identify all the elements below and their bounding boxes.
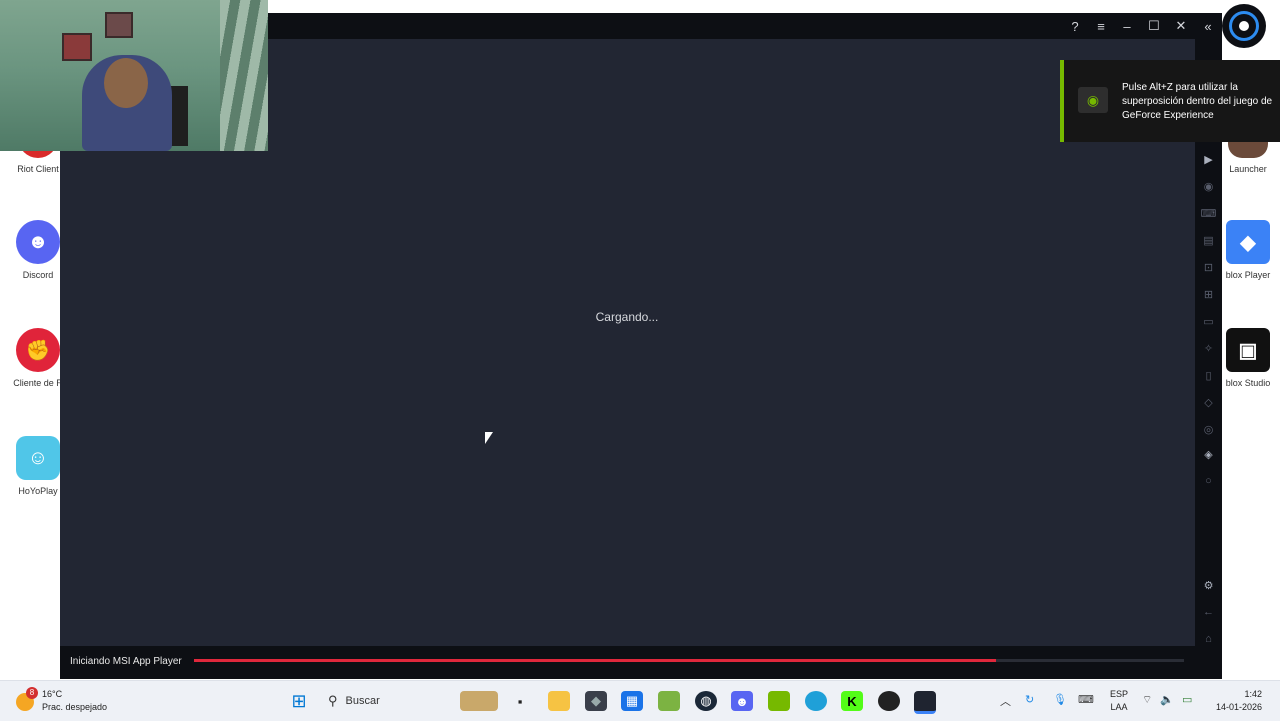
desktop-icon-roblox-studio[interactable]: ▣ blox Studio [1218, 328, 1278, 388]
widget-pet-icon[interactable] [460, 691, 498, 711]
desktop-icon-label: blox Player [1225, 270, 1271, 280]
minimize-icon[interactable]: – [1114, 13, 1140, 39]
input-icon[interactable]: ⌨ [1078, 693, 1094, 706]
microphone-icon[interactable]: 🎙 [1053, 693, 1067, 706]
file-explorer-icon[interactable] [548, 691, 570, 711]
weather-widget[interactable]: 8 16°C Prac. despejado [14, 687, 114, 715]
app-logo-icon[interactable] [1222, 4, 1266, 48]
discord-taskbar-icon[interactable]: ☻ [731, 691, 753, 711]
task-view-icon[interactable]: ▪ [509, 691, 531, 711]
top-right-corner [1222, 0, 1280, 60]
search-box[interactable]: ⚲ Buscar [322, 689, 452, 713]
keyboard-icon[interactable]: ⌨ [1195, 203, 1222, 223]
wifi-icon[interactable]: ⌔ [1142, 693, 1152, 707]
volume-icon[interactable]: 🔈 [1160, 693, 1174, 706]
mouse-cursor-icon [485, 432, 493, 444]
nvidia-logo-icon: ◉ [1078, 87, 1108, 113]
refresh-icon[interactable]: ↻ [1025, 693, 1034, 706]
search-placeholder: Buscar [345, 695, 380, 707]
help-icon[interactable]: ? [1062, 13, 1088, 39]
geforce-notification: ◉ Pulse Alt+Z para utilizar la superposi… [1060, 60, 1280, 142]
tray-overflow-icon[interactable]: ︿ [1000, 693, 1011, 709]
desktop-icon-label: Discord [22, 270, 54, 280]
record-icon[interactable]: ◉ [1195, 176, 1222, 196]
geforce-message: Pulse Alt+Z para utilizar la superposici… [1122, 82, 1273, 121]
screenshot-icon[interactable]: ⊡ [1195, 257, 1222, 277]
back-icon[interactable]: ← [1195, 602, 1222, 622]
play-icon[interactable]: ▶ [1195, 149, 1222, 169]
webcam-overlay [0, 0, 268, 151]
layers-icon[interactable]: ◈ [1195, 444, 1222, 464]
search-icon: ⚲ [328, 693, 338, 708]
kick-icon[interactable]: K [841, 691, 863, 711]
desktop-icon-riot-cliente[interactable]: ✊ Cliente de R [8, 328, 68, 388]
desktop-icon-label: blox Studio [1225, 378, 1271, 388]
eco-icon[interactable]: ○ [1195, 471, 1222, 491]
progress-bar [194, 659, 1184, 662]
progress-label: Iniciando MSI App Player [70, 656, 182, 667]
menu-icon[interactable]: ≡ [1088, 13, 1114, 39]
desktop-icon-label: Launcher [1229, 164, 1267, 174]
desktop-icon-label: HoYoPlay [18, 486, 58, 496]
maximize-icon[interactable]: ☐ [1141, 13, 1167, 39]
apk-icon[interactable]: ▤ [1195, 230, 1222, 250]
weather-badge: 8 [26, 687, 38, 699]
macro-icon[interactable]: ⊞ [1195, 284, 1222, 304]
discord-icon: ☻ [16, 220, 60, 264]
multi-instance-icon[interactable]: ◎ [1195, 419, 1222, 439]
desktop-icon-hoyoplay[interactable]: ☺ HoYoPlay [8, 436, 68, 496]
weather-description: Prac. despejado [42, 702, 108, 712]
nvidia-taskbar-icon[interactable] [768, 691, 790, 711]
desktop-icon-label: Riot Client [17, 164, 59, 174]
settings-icon[interactable]: ⚙ [1195, 575, 1222, 595]
app-titlebar: ? ≡ – ☐ ✕ « [268, 13, 1222, 39]
desktop-icon-roblox-player[interactable]: ◆ blox Player [1218, 220, 1278, 280]
obs-icon[interactable] [878, 691, 900, 711]
language-indicator[interactable]: ESP LAA [1108, 688, 1130, 714]
loading-text: Cargando... [595, 310, 659, 324]
riot-fist-icon: ✊ [16, 328, 60, 372]
steam-icon[interactable]: ◍ [695, 691, 717, 711]
weather-temperature: 16°C [42, 689, 63, 699]
collapse-icon[interactable]: « [1195, 13, 1221, 39]
taskbar: 8 16°C Prac. despejado ⊞ ⚲ Buscar ▪ ◆ ▦ … [0, 680, 1280, 721]
desktop-icon-label: Cliente de R [13, 378, 63, 388]
roblox-studio-icon: ▣ [1226, 328, 1270, 372]
folder-icon[interactable]: ▭ [1195, 311, 1222, 331]
start-button[interactable]: ⊞ [288, 691, 310, 711]
shake-icon[interactable]: ▯ [1195, 365, 1222, 385]
msi-app-player-icon[interactable] [914, 691, 936, 714]
close-icon[interactable]: ✕ [1168, 13, 1194, 39]
roblox-player-icon: ◆ [1226, 220, 1270, 264]
app-shield-icon[interactable]: ◆ [585, 691, 607, 711]
hoyoplay-icon: ☺ [16, 436, 60, 480]
bluestacks-icon[interactable] [658, 691, 680, 711]
desktop-icon-discord[interactable]: ☻ Discord [8, 220, 68, 280]
system-clock[interactable]: 1:42 14-01-2026 [1212, 688, 1262, 714]
progress-fill [194, 659, 996, 662]
app-status-bar [60, 646, 1222, 679]
location-icon[interactable]: ◇ [1195, 392, 1222, 412]
edge-icon[interactable] [805, 691, 827, 711]
store-icon[interactable]: ▦ [621, 691, 643, 711]
rotate-icon[interactable]: ✧ [1195, 338, 1222, 358]
battery-icon[interactable]: ▭ [1182, 693, 1192, 706]
